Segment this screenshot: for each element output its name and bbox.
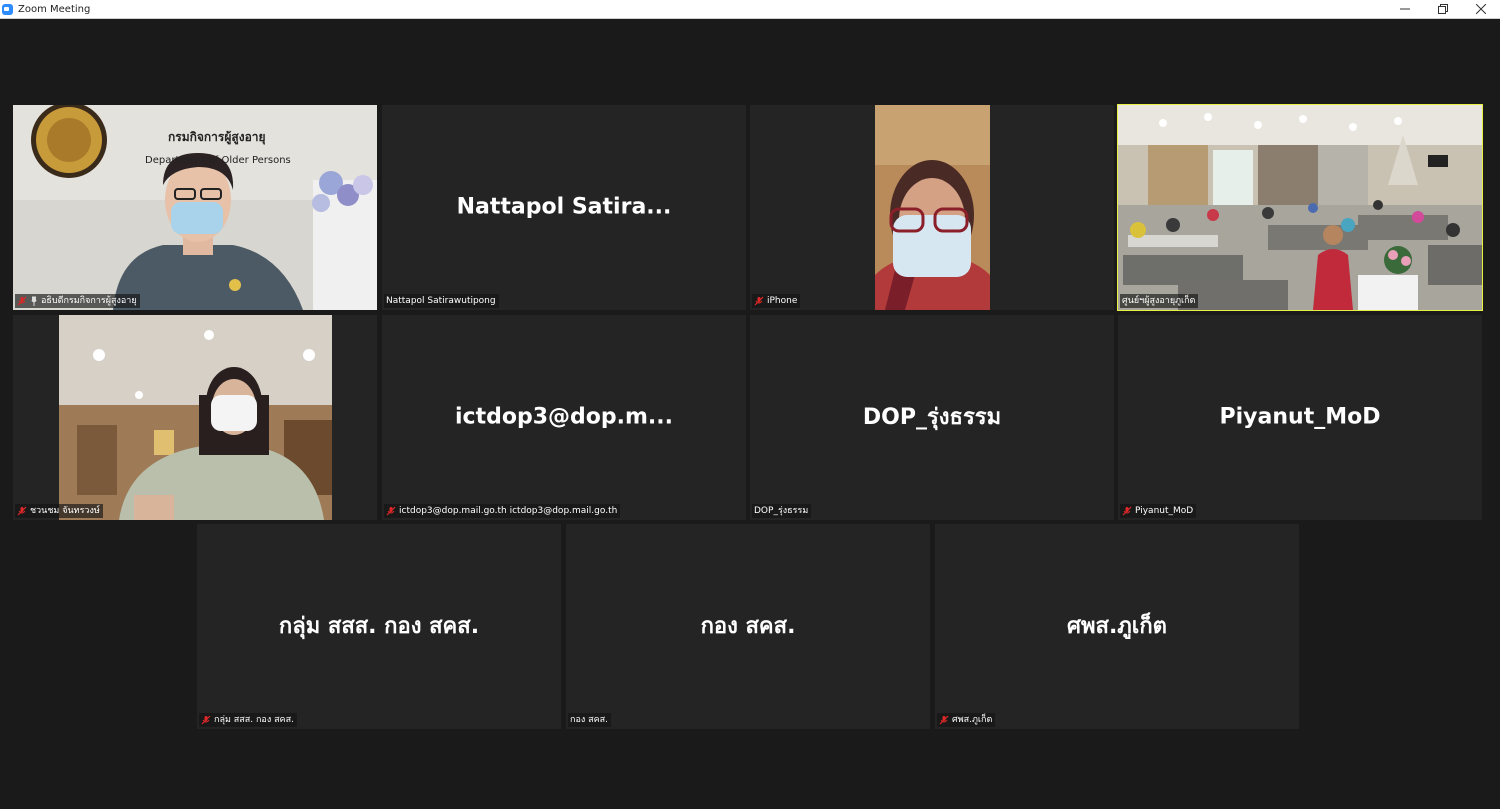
participant-name: Piyanut_MoD	[1135, 506, 1194, 516]
muted-mic-icon	[1122, 506, 1132, 516]
participant-tile-iphone[interactable]: iPhone	[750, 105, 1114, 310]
participant-name-label: ศพส.ภูเก็ต	[937, 713, 996, 727]
participant-name: DOP_รุ่งธรรม	[754, 506, 809, 516]
participant-tile-director[interactable]: กรมกิจการผู้สูงอายุ Department of Older …	[13, 105, 377, 310]
participant-display-name: DOP_รุ่งธรรม	[862, 404, 1002, 430]
participant-name: ศูนย์ฯผู้สูงอายุภูเก็ต	[1122, 296, 1196, 306]
close-button[interactable]	[1462, 0, 1500, 18]
restore-icon	[1438, 4, 1448, 14]
participant-display-name: ictdop3@dop.m...	[455, 403, 673, 429]
window-title: Zoom Meeting	[18, 3, 91, 15]
participant-tile-nattapol[interactable]: Nattapol Satira... Nattapol Satirawutipo…	[382, 105, 746, 310]
muted-mic-icon	[17, 296, 27, 306]
participant-name-label: Piyanut_MoD	[1120, 504, 1197, 518]
participant-name-label: iPhone	[752, 294, 801, 308]
pin-icon	[31, 296, 37, 306]
participant-name-label: อธิบดีกรมกิจการผู้สูงอายุ	[15, 294, 140, 308]
participant-name-label: กลุ่ม สสส. กอง สคส.	[199, 713, 297, 727]
restore-button[interactable]	[1424, 0, 1462, 18]
office-sign-english: Department of Older Persons	[145, 155, 291, 166]
minimize-button[interactable]	[1386, 0, 1424, 18]
muted-mic-icon	[754, 296, 764, 306]
participant-name-label: DOP_รุ่งธรรม	[752, 504, 812, 518]
participant-name: ศพส.ภูเก็ต	[952, 715, 993, 725]
zoom-app-icon	[2, 3, 13, 15]
participant-display-name: ศพส.ภูเก็ต	[1067, 613, 1167, 639]
participant-name: กอง สคส.	[570, 715, 608, 725]
participant-video-iphone	[875, 105, 990, 310]
participant-name-label: ictdop3@dop.mail.go.th ictdop3@dop.mail.…	[384, 504, 621, 518]
participant-name: กลุ่ม สสส. กอง สคส.	[214, 715, 294, 725]
participant-tile-kong-skhs[interactable]: กอง สคส. กอง สคส.	[566, 524, 930, 729]
office-sign-thai: กรมกิจการผู้สูงอายุ	[168, 130, 266, 144]
participant-name: ictdop3@dop.mail.go.th ictdop3@dop.mail.…	[399, 506, 618, 516]
participant-tile-ictdop3[interactable]: ictdop3@dop.m... ictdop3@dop.mail.go.th …	[382, 315, 746, 520]
participant-display-name: Piyanut_MoD	[1219, 403, 1381, 429]
window-controls	[1386, 0, 1500, 18]
participant-name: อธิบดีกรมกิจการผู้สูงอายุ	[41, 296, 137, 306]
participant-name-label: กอง สคส.	[568, 713, 611, 727]
participant-display-name: กลุ่ม สสส. กอง สคส.	[278, 613, 480, 639]
participant-video-meeting-room	[1118, 105, 1482, 310]
participant-name-label: ชวนชม จันทรวงษ์	[15, 504, 103, 518]
participant-name-label: ศูนย์ฯผู้สูงอายุภูเก็ต	[1120, 294, 1199, 308]
participant-video-chuanchom	[59, 315, 332, 520]
muted-mic-icon	[939, 715, 949, 725]
participant-tile-phuket-center[interactable]: ศูนย์ฯผู้สูงอายุภูเก็ต	[1117, 104, 1483, 311]
participant-tile-piyanut[interactable]: Piyanut_MoD Piyanut_MoD	[1118, 315, 1482, 520]
participant-name-label: Nattapol Satirawutipong	[384, 294, 499, 308]
participant-display-name: กอง สคส.	[700, 613, 796, 639]
participant-tile-sss-group[interactable]: กลุ่ม สสส. กอง สคส. กลุ่ม สสส. กอง สคส.	[197, 524, 561, 729]
participant-tile-dop-rungtham[interactable]: DOP_รุ่งธรรม DOP_รุ่งธรรม	[750, 315, 1114, 520]
window-titlebar: Zoom Meeting	[0, 0, 1500, 19]
close-icon	[1476, 4, 1486, 14]
participant-tile-chuanchom[interactable]: ชวนชม จันทรวงษ์	[13, 315, 377, 520]
muted-mic-icon	[386, 506, 396, 516]
participant-tile-sps-phuket[interactable]: ศพส.ภูเก็ต ศพส.ภูเก็ต	[935, 524, 1299, 729]
participant-name: ชวนชม จันทรวงษ์	[30, 506, 100, 516]
participant-name: Nattapol Satirawutipong	[386, 296, 496, 306]
muted-mic-icon	[201, 715, 211, 725]
participant-display-name: Nattapol Satira...	[456, 193, 672, 219]
participant-name: iPhone	[767, 296, 798, 306]
muted-mic-icon	[17, 506, 27, 516]
minimize-icon	[1400, 8, 1410, 10]
